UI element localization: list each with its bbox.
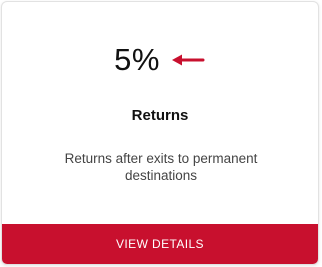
metric-card: 5% Returns Returns after exits to perman… [1, 1, 319, 265]
card-title: Returns [131, 107, 189, 124]
metric-row: 5% [2, 38, 318, 82]
arrow-left-icon [170, 53, 206, 67]
view-details-button[interactable]: VIEW DETAILS [2, 224, 318, 264]
card-description: Returns after exits to permanent destina… [64, 151, 258, 183]
metric-value: 5% [114, 42, 160, 77]
